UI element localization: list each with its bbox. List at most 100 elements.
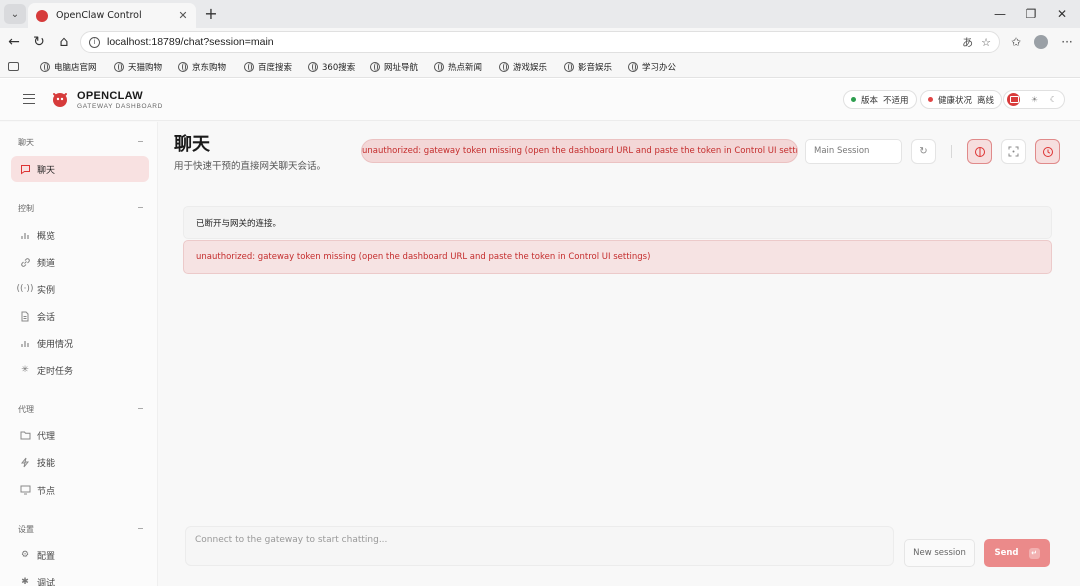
sidebar-item-skills[interactable]: 技能 xyxy=(11,449,149,475)
maximize-icon[interactable]: ❐ xyxy=(1016,4,1046,24)
status-dot-green xyxy=(851,97,856,102)
sidebar-item-label: 技能 xyxy=(37,458,56,469)
collapse-settings-icon[interactable] xyxy=(138,528,143,529)
history-button[interactable] xyxy=(1035,139,1060,164)
sidebar-item-label: 聊天 xyxy=(37,165,56,176)
profile-avatar[interactable] xyxy=(1034,35,1048,49)
sidebar-item-label: 配置 xyxy=(37,551,56,562)
hamburger-menu-icon[interactable] xyxy=(23,94,35,104)
reload-icon[interactable]: ↻ xyxy=(29,32,49,52)
focus-mode-button[interactable] xyxy=(1001,139,1026,164)
refresh-button[interactable]: ↻ xyxy=(911,139,936,164)
section-title-control: 控制 xyxy=(18,204,34,213)
bookmark-item[interactable]: 影音娱乐 xyxy=(564,60,612,74)
address-toolbar: ← ↻ ⌂ i localhost:18789/chat?session=mai… xyxy=(0,28,1080,56)
collapse-chat-icon[interactable] xyxy=(138,141,143,142)
sidebar: 聊天 聊天 控制 概览 频道 ((·)) 实例 会话 使用情况 ✳ 定时任务 代… xyxy=(0,122,158,586)
tab-list-chevron-icon[interactable]: ⌄ xyxy=(4,4,26,24)
app-header: OPENCLAW GATEWAY DASHBOARD 版本 不适用 健康状况 离… xyxy=(0,79,1080,121)
globe-icon xyxy=(628,62,638,72)
browser-tab[interactable]: OpenClaw Control ✕ xyxy=(28,3,196,28)
bug-icon: ✱ xyxy=(21,577,29,586)
globe-icon xyxy=(308,62,318,72)
session-select[interactable]: Main Session xyxy=(805,139,902,164)
globe-icon xyxy=(178,62,188,72)
sidebar-item-label: 代理 xyxy=(37,431,56,442)
collapse-control-icon[interactable] xyxy=(138,207,143,208)
toolbar-divider xyxy=(951,145,952,158)
folder-icon xyxy=(19,429,31,441)
url-text[interactable]: localhost:18789/chat?session=main xyxy=(107,36,954,48)
sidebar-item-debug[interactable]: ✱ 调试 xyxy=(11,569,149,586)
new-session-button[interactable]: New session xyxy=(904,539,975,567)
sidebar-item-channels[interactable]: 频道 xyxy=(11,249,149,275)
brand-subtitle: GATEWAY DASHBOARD xyxy=(77,103,164,110)
light-theme-sun-icon[interactable]: ☀ xyxy=(1028,93,1041,106)
home-icon[interactable]: ⌂ xyxy=(54,32,74,52)
health-pill: 健康状况 离线 xyxy=(920,90,1003,109)
sidebar-item-scheduled-tasks[interactable]: ✳ 定时任务 xyxy=(11,357,149,383)
enter-key-icon: ↵ xyxy=(1028,547,1040,559)
section-title-agents: 代理 xyxy=(18,405,34,414)
bookmark-item[interactable]: 百度搜索 xyxy=(244,60,292,74)
broadcast-icon: ((·)) xyxy=(16,284,34,294)
section-title-settings: 设置 xyxy=(18,525,34,534)
send-button[interactable]: Send ↵ xyxy=(984,539,1050,567)
sidebar-item-instances[interactable]: ((·)) 实例 xyxy=(11,276,149,302)
globe-icon xyxy=(244,62,254,72)
sidebar-item-chat[interactable]: 聊天 xyxy=(11,156,149,182)
brain-icon xyxy=(974,146,985,157)
sidebar-item-usage[interactable]: 使用情况 xyxy=(11,330,149,356)
sidebar-item-overview[interactable]: 概览 xyxy=(11,222,149,248)
bar-chart-icon xyxy=(19,229,31,241)
globe-icon xyxy=(370,62,380,72)
chat-message-error: unauthorized: gateway token missing (ope… xyxy=(183,240,1052,274)
message-compose-input[interactable]: Connect to the gateway to start chatting… xyxy=(185,526,894,566)
bookmark-item[interactable]: 天猫购物 xyxy=(114,60,162,74)
favorite-star-icon[interactable]: ☆ xyxy=(981,36,991,49)
back-arrow-icon[interactable]: ← xyxy=(4,32,24,52)
sidebar-item-label: 概览 xyxy=(37,231,56,242)
bookmark-item[interactable]: 学习办公 xyxy=(628,60,676,74)
globe-icon xyxy=(114,62,124,72)
document-icon xyxy=(19,310,31,322)
favorites-list-icon[interactable]: ✩ xyxy=(1006,32,1026,52)
sidebar-item-label: 调试 xyxy=(37,578,56,586)
translate-icon[interactable]: あ xyxy=(962,34,973,50)
link-icon xyxy=(19,256,31,268)
browser-tab-bar: ⌄ OpenClaw Control ✕ + — ❐ ✕ xyxy=(0,0,1080,28)
openclaw-logo-icon xyxy=(53,93,67,107)
sidebar-item-label: 实例 xyxy=(37,285,56,296)
thinking-toggle-button[interactable] xyxy=(967,139,992,164)
error-banner: unauthorized: gateway token missing (ope… xyxy=(361,139,798,163)
bookmark-item[interactable]: 热点新闻 xyxy=(434,60,482,74)
globe-icon xyxy=(564,62,574,72)
url-bar[interactable]: i localhost:18789/chat?session=main あ ☆ xyxy=(80,31,1000,53)
sidebar-item-config[interactable]: ⚙ 配置 xyxy=(11,542,149,568)
version-pill: 版本 不适用 xyxy=(843,90,917,109)
sidebar-item-label: 会话 xyxy=(37,312,56,323)
system-theme-monitor-icon[interactable] xyxy=(1007,93,1020,106)
collapse-agents-icon[interactable] xyxy=(138,408,143,409)
site-info-icon[interactable]: i xyxy=(89,36,100,48)
tab-close-icon[interactable]: ✕ xyxy=(176,9,190,22)
bookmark-item[interactable]: 京东购物 xyxy=(178,60,226,74)
bookmark-item[interactable]: 360搜索 xyxy=(308,60,355,74)
dark-theme-moon-icon[interactable]: ☾ xyxy=(1047,93,1060,106)
openclaw-app: OPENCLAW GATEWAY DASHBOARD 版本 不适用 健康状况 离… xyxy=(0,79,1080,586)
sidebar-item-agents[interactable]: 代理 xyxy=(11,422,149,448)
minimize-icon[interactable]: — xyxy=(985,4,1015,24)
page-subtitle: 用于快速干预的直接网关聊天会话。 xyxy=(174,161,327,172)
sidebar-item-nodes[interactable]: 节点 xyxy=(11,477,149,503)
window-close-icon[interactable]: ✕ xyxy=(1047,4,1077,24)
clock-icon xyxy=(1042,146,1053,157)
reading-view-icon[interactable] xyxy=(8,62,19,71)
more-menu-icon[interactable]: ··· xyxy=(1057,32,1077,52)
globe-icon xyxy=(499,62,509,72)
lightning-icon xyxy=(19,456,31,468)
new-tab-plus-icon[interactable]: + xyxy=(202,5,220,23)
bookmark-item[interactable]: 电脑店官网 xyxy=(40,60,97,74)
bookmark-item[interactable]: 网址导航 xyxy=(370,60,418,74)
sidebar-item-sessions[interactable]: 会话 xyxy=(11,303,149,329)
bookmark-item[interactable]: 游戏娱乐 xyxy=(499,60,547,74)
